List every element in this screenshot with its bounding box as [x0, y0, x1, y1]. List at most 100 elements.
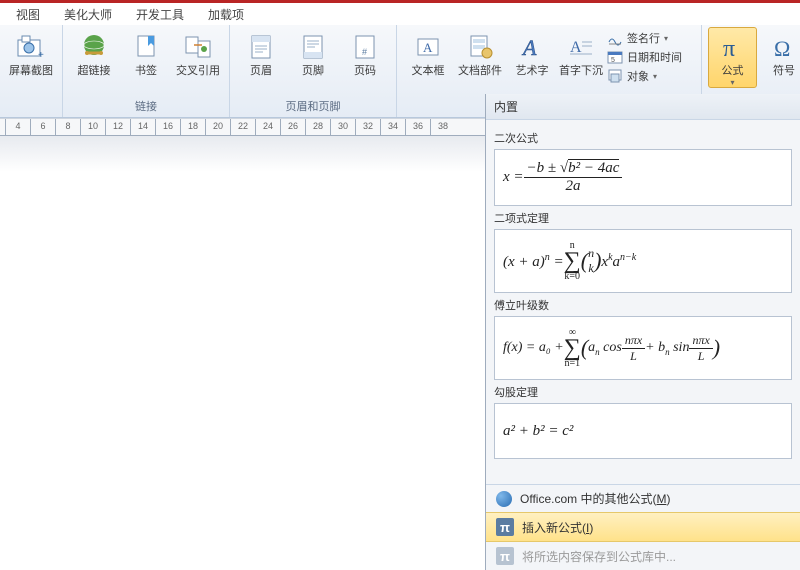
sigline-label: 签名行 — [627, 30, 660, 46]
ruler-tick: 16 — [155, 119, 180, 135]
dropcap-button[interactable]: A 首字下沉 — [559, 27, 603, 78]
header-button[interactable]: 页眉 — [236, 27, 286, 78]
equation-label: 公式 — [722, 65, 744, 78]
textbox-icon: A — [412, 31, 444, 63]
bookmark-icon — [130, 31, 162, 63]
hyperlink-button[interactable]: 超链接 — [69, 27, 119, 78]
object-label: 对象 — [627, 68, 649, 84]
equation-office-more-label: Office.com 中的其他公式(M) — [520, 490, 670, 507]
bookmark-button[interactable]: 书签 — [121, 27, 171, 78]
textbox-label: 文本框 — [412, 65, 445, 78]
equation-title-pythag: 勾股定理 — [494, 384, 792, 400]
wordart-icon: A — [516, 31, 548, 63]
footer-button[interactable]: 页脚 — [288, 27, 338, 78]
equation-item-quadratic[interactable]: x = −b ± √b² − 4ac 2a — [494, 149, 792, 206]
globe-icon — [496, 491, 512, 507]
footer-icon — [297, 31, 329, 63]
tab-addins[interactable]: 加载项 — [196, 3, 256, 24]
svg-text:A: A — [521, 35, 537, 60]
crossref-label: 交叉引用 — [176, 65, 220, 78]
header-icon — [245, 31, 277, 63]
ruler-tick: 22 — [230, 119, 255, 135]
equation-item-binomial[interactable]: (x + a)n = n∑k=0 ( nk ) xkan−k — [494, 229, 792, 293]
pageno-icon: # — [349, 31, 381, 63]
group-screenshot: + 屏幕截图 — [0, 25, 63, 117]
symbol-button[interactable]: Ω 符号 — [759, 27, 800, 78]
parts-label: 文档部件 — [458, 65, 502, 78]
crossref-icon — [182, 31, 214, 63]
equation-gallery-header: 内置 — [486, 94, 800, 120]
equation-button[interactable]: π 公式 ▾ — [708, 27, 757, 88]
equation-title-binomial: 二项式定理 — [494, 210, 792, 226]
dropdown-arrow-icon: ▾ — [664, 34, 668, 43]
svg-text:A: A — [423, 40, 433, 55]
pageno-label: 页码 — [354, 65, 376, 78]
equation-save-selection-label: 将所选内容保存到公式库中... — [522, 548, 676, 565]
svg-text:π: π — [723, 36, 735, 61]
svg-text:Ω: Ω — [774, 36, 790, 60]
svg-text:5: 5 — [611, 57, 615, 64]
object-icon — [607, 68, 623, 84]
equation-save-selection: π 将所选内容保存到公式库中... — [486, 542, 800, 570]
ruler-tick: 34 — [380, 119, 405, 135]
header-label: 页眉 — [250, 65, 272, 78]
group-label-empty1 — [6, 112, 56, 117]
group-headerfooter: 页眉 页脚 # 页码 页眉和页脚 — [230, 25, 397, 117]
crossref-button[interactable]: 交叉引用 — [173, 27, 223, 78]
ruler-tick: 28 — [305, 119, 330, 135]
textbox-button[interactable]: A 文本框 — [403, 27, 453, 78]
equation-title-quadratic: 二次公式 — [494, 130, 792, 146]
svg-text:#: # — [362, 47, 367, 57]
equation-gallery-footer: Office.com 中的其他公式(M) π 插入新公式(I) π 将所选内容保… — [486, 484, 800, 570]
tab-view[interactable]: 视图 — [4, 3, 52, 24]
equation-insert-new-label: 插入新公式(I) — [522, 519, 593, 536]
datetime-button[interactable]: 5 日期和时间 — [605, 48, 695, 66]
dropdown-arrow-icon: ▾ — [730, 78, 734, 87]
pageno-button[interactable]: # 页码 — [340, 27, 390, 78]
equation-item-pythag[interactable]: a² + b² = c² — [494, 403, 792, 459]
symbol-icon: Ω — [768, 31, 800, 63]
equation-title-fourier: 傅立叶级数 — [494, 297, 792, 313]
sigline-icon — [607, 30, 623, 46]
dropdown-arrow-icon: ▾ — [653, 72, 657, 81]
ruler-tick: 12 — [105, 119, 130, 135]
tab-devtools[interactable]: 开发工具 — [124, 3, 196, 24]
ruler-tick: 32 — [355, 119, 380, 135]
hyperlink-label: 超链接 — [78, 65, 111, 78]
dropcap-label: 首字下沉 — [559, 65, 603, 78]
ruler-tick: 10 — [80, 119, 105, 135]
screenshot-button[interactable]: + 屏幕截图 — [6, 27, 56, 78]
text-small-stack: 签名行 ▾ 5 日期和时间 对象 ▾ — [605, 27, 695, 85]
datetime-icon: 5 — [607, 49, 623, 65]
pi-icon-disabled: π — [496, 547, 514, 565]
screenshot-icon: + — [15, 31, 47, 63]
footer-label: 页脚 — [302, 65, 324, 78]
svg-text:A: A — [570, 39, 582, 56]
svg-text:+: + — [38, 50, 44, 60]
equation-gallery: 内置 二次公式 x = −b ± √b² − 4ac 2a 二项式定理 (x +… — [485, 94, 800, 570]
equation-office-more[interactable]: Office.com 中的其他公式(M) — [486, 485, 800, 512]
ruler-tick: 26 — [280, 119, 305, 135]
object-button[interactable]: 对象 ▾ — [605, 67, 695, 85]
ruler-tick: 14 — [130, 119, 155, 135]
ruler-tick: 8 — [55, 119, 80, 135]
dropcap-icon: A — [565, 31, 597, 63]
ruler-tick: 38 — [430, 119, 455, 135]
equation-item-fourier[interactable]: f(x) = a₀ + ∞∑n=1 ( an cos nπxL + bn sin… — [494, 316, 792, 380]
pi-icon: π — [496, 518, 514, 536]
equation-insert-new[interactable]: π 插入新公式(I) — [486, 512, 800, 542]
ruler-tick: 24 — [255, 119, 280, 135]
group-links: 超链接 书签 交叉引用 链接 — [63, 25, 230, 117]
equation-icon: π — [717, 31, 749, 63]
ruler-tick: 20 — [205, 119, 230, 135]
sigline-button[interactable]: 签名行 ▾ — [605, 29, 695, 47]
wordart-button[interactable]: A 艺术字 — [507, 27, 557, 78]
ruler-tick: 6 — [30, 119, 55, 135]
group-label-hf: 页眉和页脚 — [236, 96, 390, 117]
tab-beautify[interactable]: 美化大师 — [52, 3, 124, 24]
parts-button[interactable]: 文档部件 — [455, 27, 505, 78]
ruler-tick: 30 — [330, 119, 355, 135]
hyperlink-icon — [78, 31, 110, 63]
equation-gallery-list: 二次公式 x = −b ± √b² − 4ac 2a 二项式定理 (x + a)… — [486, 120, 800, 484]
ruler-tick: 18 — [180, 119, 205, 135]
